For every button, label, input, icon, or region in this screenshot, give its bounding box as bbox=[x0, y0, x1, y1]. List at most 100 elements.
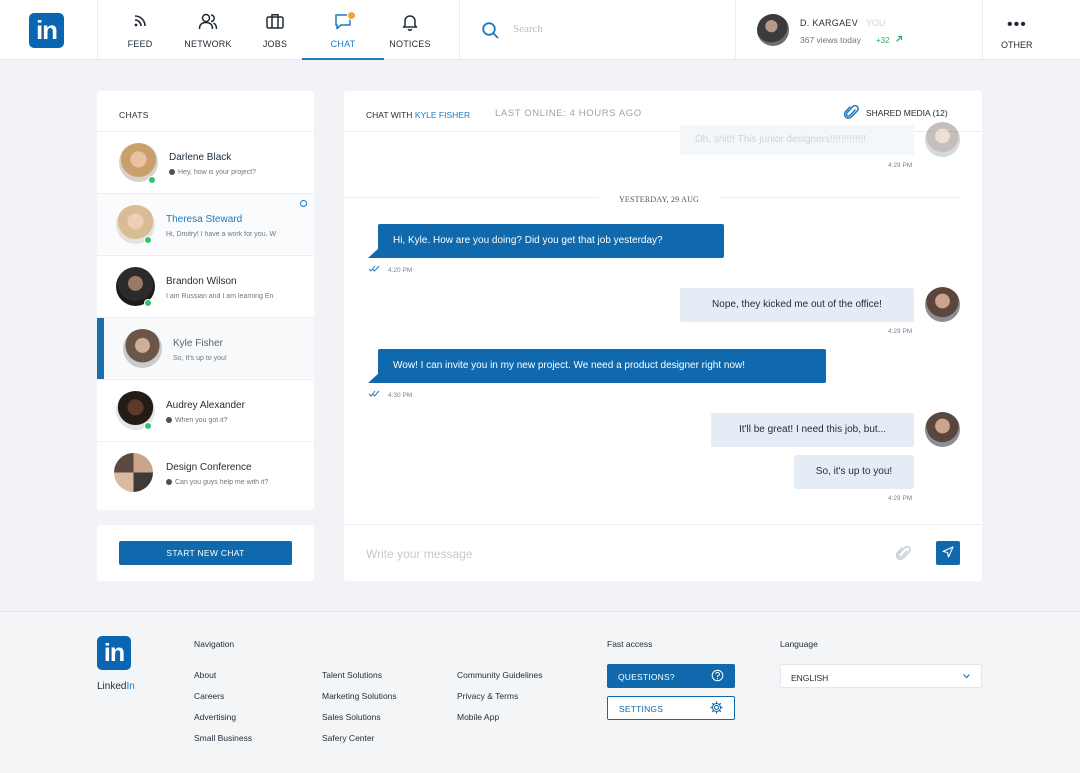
message-time: 4:29 PM bbox=[888, 162, 913, 169]
footer-linkedin-logo[interactable]: in bbox=[97, 636, 131, 670]
settings-button[interactable]: SETTINGS bbox=[607, 696, 735, 720]
avatar bbox=[925, 412, 960, 447]
start-new-chat-button[interactable]: START NEW CHAT bbox=[119, 541, 292, 565]
footer-link[interactable]: Small Business bbox=[194, 733, 252, 743]
chat-item-theresa-steward[interactable]: Theresa Steward Hi, Dmitry! I have a wor… bbox=[97, 193, 314, 254]
brand-suffix: In bbox=[126, 681, 135, 692]
more-dots-icon[interactable]: ••• bbox=[1007, 16, 1027, 34]
message-bubble-incoming: Hi, Kyle. How are you doing? Did you get… bbox=[378, 224, 724, 258]
bell-icon bbox=[402, 15, 418, 31]
footer-link[interactable]: Careers bbox=[194, 691, 224, 701]
search-input[interactable] bbox=[513, 23, 713, 35]
chat-item-brandon-wilson[interactable]: Brandon Wilson I am Russian and I am lea… bbox=[97, 255, 314, 316]
header-divider bbox=[459, 0, 460, 60]
nav-network-label: NETWORK bbox=[184, 39, 232, 49]
chat-window: CHAT WITH KYLE FISHER LAST ONLINE: 4 HOU… bbox=[344, 91, 982, 581]
read-ticks-icon bbox=[368, 265, 380, 272]
message-time: 4:30 PM bbox=[388, 392, 413, 399]
language-select[interactable]: ENGLISH bbox=[780, 664, 982, 688]
footer-brand-name: LinkedIn bbox=[97, 681, 135, 692]
avatar bbox=[925, 122, 960, 157]
trend-up-arrow-icon bbox=[896, 35, 903, 42]
chat-with-prefix: CHAT WITH bbox=[366, 110, 413, 120]
language-value: ENGLISH bbox=[791, 673, 829, 683]
read-ticks-icon bbox=[368, 390, 380, 397]
message-bubble-outgoing: Oh, shit!! This junior designers!!!!!!!!… bbox=[680, 125, 914, 155]
nav-feed[interactable]: FEED bbox=[110, 0, 170, 60]
chats-title: CHATS bbox=[119, 110, 149, 120]
chat-item-name: Audrey Alexander bbox=[166, 400, 245, 411]
profile-avatar[interactable] bbox=[757, 14, 789, 46]
nav-jobs[interactable]: JOBS bbox=[245, 0, 305, 60]
last-online-status: LAST ONLINE: 4 HOURS AGO bbox=[495, 108, 642, 119]
footer-link[interactable]: Privacy & Terms bbox=[457, 691, 518, 701]
nav-chat[interactable]: CHAT bbox=[302, 0, 384, 60]
questions-button[interactable]: QUESTIONS? bbox=[607, 664, 735, 688]
shared-media-link[interactable]: SHARED MEDIA (12) bbox=[866, 108, 948, 118]
chat-item-preview: Hey, how is your project? bbox=[169, 169, 309, 176]
chevron-down-icon bbox=[963, 674, 970, 679]
chat-item-kyle-fisher[interactable]: Kyle Fisher So, It's up to you! bbox=[97, 317, 314, 379]
attach-paperclip-icon[interactable] bbox=[896, 545, 911, 561]
message-bubble-outgoing: So, it's up to you! bbox=[794, 455, 914, 489]
profile-views-delta: +32 bbox=[876, 36, 890, 45]
nav-notices-label: NOTICES bbox=[389, 39, 431, 49]
header-divider bbox=[97, 0, 98, 60]
message-bubble-outgoing: Nope, they kicked me out of the office! bbox=[680, 288, 914, 322]
footer-link[interactable]: Marketing Solutions bbox=[322, 691, 397, 701]
chats-list-panel: CHATS Darlene Black Hey, how is your pro… bbox=[97, 91, 314, 510]
footer-link[interactable]: About bbox=[194, 670, 216, 680]
footer-link[interactable]: Mobile App bbox=[457, 712, 499, 722]
message-composer bbox=[344, 525, 982, 581]
brand-prefix: Linked bbox=[97, 681, 127, 692]
chat-with-name[interactable]: KYLE FISHER bbox=[415, 110, 470, 120]
profile-views: 367 views today bbox=[800, 35, 861, 45]
message-time: 4:29 PM bbox=[888, 328, 913, 335]
paperclip-icon[interactable] bbox=[844, 104, 859, 120]
message-input[interactable] bbox=[366, 547, 846, 561]
nav-network[interactable]: NETWORK bbox=[178, 0, 238, 60]
settings-button-label: SETTINGS bbox=[619, 704, 664, 714]
online-status-dot bbox=[148, 176, 156, 184]
selected-chat-indicator bbox=[97, 318, 104, 379]
message-bubble-outgoing: It'll be great! I need this job, but... bbox=[711, 413, 914, 447]
online-status-dot bbox=[144, 236, 152, 244]
chat-item-design-conference[interactable]: Design Conference Can you guys help me w… bbox=[97, 441, 314, 502]
linkedin-logo[interactable]: in bbox=[29, 13, 64, 48]
chat-item-darlene-black[interactable]: Darlene Black Hey, how is your project? bbox=[97, 131, 314, 192]
other-menu-label[interactable]: OTHER bbox=[1001, 40, 1033, 50]
send-button[interactable] bbox=[936, 541, 960, 565]
chat-item-preview: When you got it? bbox=[166, 417, 306, 424]
nav-notices[interactable]: NOTICES bbox=[380, 0, 440, 60]
chat-item-name: Theresa Steward bbox=[166, 214, 243, 225]
footer-link[interactable]: Community Guidelines bbox=[457, 670, 543, 680]
message-time: 4:29 PM bbox=[888, 495, 913, 502]
chat-item-audrey-alexander[interactable]: Audrey Alexander When you got it? bbox=[97, 379, 314, 440]
search-icon[interactable] bbox=[482, 22, 499, 39]
nav-jobs-label: JOBS bbox=[262, 39, 288, 49]
chat-item-name: Brandon Wilson bbox=[166, 276, 237, 287]
chat-notification-badge bbox=[347, 11, 356, 20]
header-divider bbox=[735, 0, 736, 60]
top-navigation-bar: in FEED NETWORK JOBS CHAT NOTICES Search… bbox=[0, 0, 1080, 60]
start-chat-panel: START NEW CHAT bbox=[97, 525, 314, 581]
chat-item-preview: I am Russian and I am learning En bbox=[166, 293, 274, 300]
day-label: YESTERDAY, 29 AUG bbox=[599, 195, 719, 204]
footer-navigation-title: Navigation bbox=[194, 639, 235, 649]
chat-item-preview: Can you guys help me with it? bbox=[166, 479, 306, 486]
chat-item-name: Design Conference bbox=[166, 462, 252, 473]
chat-header-with: CHAT WITH KYLE FISHER bbox=[366, 110, 470, 120]
footer-link[interactable]: Safery Center bbox=[322, 733, 374, 743]
header-divider bbox=[982, 0, 983, 60]
avatar bbox=[123, 329, 162, 368]
people-icon bbox=[198, 13, 218, 30]
profile-name[interactable]: D. KARGAEV bbox=[800, 18, 858, 28]
footer-link[interactable]: Sales Solutions bbox=[322, 712, 381, 722]
footer-link[interactable]: Advertising bbox=[194, 712, 236, 722]
group-avatar bbox=[114, 453, 153, 492]
footer-link[interactable]: Talent Solutions bbox=[322, 670, 382, 680]
chat-item-name: Kyle Fisher bbox=[173, 338, 224, 349]
chat-item-name: Darlene Black bbox=[169, 152, 232, 163]
online-status-dot bbox=[144, 422, 152, 430]
bubble-tail bbox=[368, 373, 379, 383]
